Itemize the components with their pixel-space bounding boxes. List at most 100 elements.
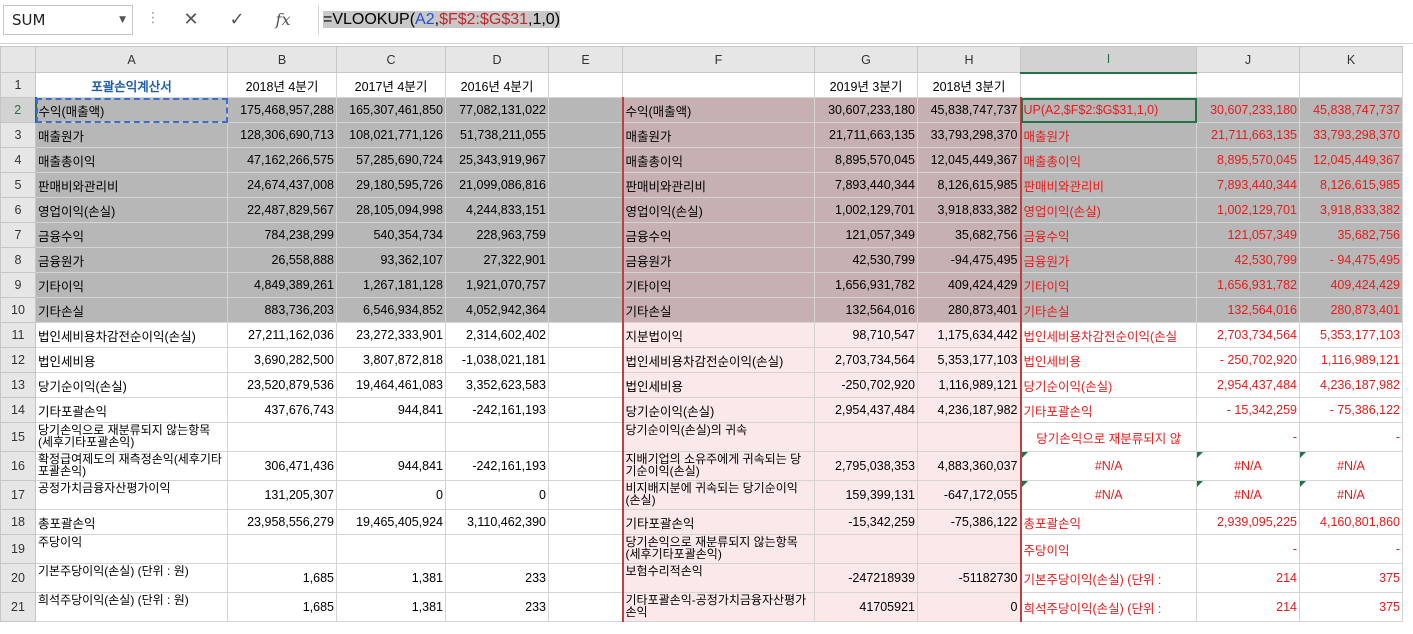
cell-k18[interactable]: 4,160,801,860 bbox=[1299, 509, 1403, 535]
cell-j19[interactable]: - bbox=[1196, 534, 1300, 564]
cell-c17[interactable]: 0 bbox=[336, 480, 446, 510]
cell-b14[interactable]: 437,676,743 bbox=[227, 397, 337, 423]
cell-h12[interactable]: 5,353,177,103 bbox=[917, 347, 1022, 373]
cell-j14[interactable]: - 15,342,259 bbox=[1196, 397, 1300, 423]
cell-b20[interactable]: 1,685 bbox=[227, 563, 337, 593]
cell-i11[interactable]: 법인세비용차감전순이익(손실 bbox=[1020, 322, 1197, 348]
cell-c14[interactable]: 944,841 bbox=[336, 397, 446, 423]
row-header[interactable]: 13 bbox=[0, 372, 36, 398]
cell-j3[interactable]: 21,711,663,135 bbox=[1196, 122, 1300, 148]
cell-a12[interactable]: 법인세비용 bbox=[35, 347, 228, 373]
cell-i13[interactable]: 당기순이익(손실) bbox=[1020, 372, 1197, 398]
cell-j13[interactable]: 2,954,437,484 bbox=[1196, 372, 1300, 398]
cell-h9[interactable]: 409,424,429 bbox=[917, 272, 1022, 298]
col-header-f[interactable]: F bbox=[622, 46, 815, 73]
row-header[interactable]: 9 bbox=[0, 272, 36, 298]
cell-k2[interactable]: 45,838,747,737 bbox=[1299, 97, 1403, 123]
row-header[interactable]: 17 bbox=[0, 480, 36, 510]
cell-b4[interactable]: 47,162,266,575 bbox=[227, 147, 337, 173]
cell-h8[interactable]: -94,475,495 bbox=[917, 247, 1022, 273]
cell-a21[interactable]: 희석주당이익(손실) (단위 : 원) bbox=[35, 592, 228, 622]
cell-c2[interactable]: 165,307,461,850 bbox=[336, 97, 446, 123]
cell-d5[interactable]: 21,099,086,816 bbox=[445, 172, 549, 198]
cell-g12[interactable]: 2,703,734,564 bbox=[814, 347, 918, 373]
col-header-g[interactable]: G bbox=[814, 46, 918, 73]
cell-k6[interactable]: 3,918,833,382 bbox=[1299, 197, 1403, 223]
cell-f6[interactable]: 영업이익(손실) bbox=[621, 197, 815, 223]
cell-i6[interactable]: 영업이익(손실) bbox=[1020, 197, 1197, 223]
cell-d16[interactable]: -242,161,193 bbox=[445, 451, 549, 481]
cell-d19[interactable] bbox=[445, 534, 549, 564]
cell-d15[interactable] bbox=[445, 422, 549, 452]
cell-b9[interactable]: 4,849,389,261 bbox=[227, 272, 337, 298]
cell-h18[interactable]: -75,386,122 bbox=[917, 509, 1022, 535]
cell-k5[interactable]: 8,126,615,985 bbox=[1299, 172, 1403, 198]
cell-e17[interactable] bbox=[548, 480, 623, 510]
cell-i20[interactable]: 기본주당이익(손실) (단위 : bbox=[1020, 563, 1197, 593]
cell-g2[interactable]: 30,607,233,180 bbox=[814, 97, 918, 123]
cell-i8[interactable]: 금융원가 bbox=[1020, 247, 1197, 273]
cell-j1[interactable] bbox=[1196, 72, 1300, 98]
cell-h6[interactable]: 3,918,833,382 bbox=[917, 197, 1022, 223]
cell-h16[interactable]: 4,883,360,037 bbox=[917, 451, 1022, 481]
cell-d8[interactable]: 27,322,901 bbox=[445, 247, 549, 273]
cell-e9[interactable] bbox=[548, 272, 623, 298]
cell-f15[interactable]: 당기순이익(손실)의 귀속 bbox=[621, 422, 815, 452]
row-header[interactable]: 10 bbox=[0, 297, 36, 323]
cell-j20[interactable]: 214 bbox=[1196, 563, 1300, 593]
cell-g7[interactable]: 121,057,349 bbox=[814, 222, 918, 248]
row-header[interactable]: 1 bbox=[0, 72, 36, 98]
cell-k19[interactable]: - bbox=[1299, 534, 1403, 564]
cell-i12[interactable]: 법인세비용 bbox=[1020, 347, 1197, 373]
cancel-icon[interactable]: ✕ bbox=[176, 6, 206, 34]
cell-c1[interactable]: 2017년 4분기 bbox=[336, 72, 446, 98]
cell-b1[interactable]: 2018년 4분기 bbox=[227, 72, 337, 98]
cell-c12[interactable]: 3,807,872,818 bbox=[336, 347, 446, 373]
cell-a1[interactable]: 포괄손익계산서 bbox=[35, 72, 228, 98]
cell-h11[interactable]: 1,175,634,442 bbox=[917, 322, 1022, 348]
col-header-d[interactable]: D bbox=[445, 46, 549, 73]
cell-i1[interactable] bbox=[1020, 72, 1197, 98]
cell-k1[interactable] bbox=[1299, 72, 1403, 98]
cell-b5[interactable]: 24,674,437,008 bbox=[227, 172, 337, 198]
cell-g11[interactable]: 98,710,547 bbox=[814, 322, 918, 348]
cell-d18[interactable]: 3,110,462,390 bbox=[445, 509, 549, 535]
cell-g19[interactable] bbox=[814, 534, 918, 564]
cell-c20[interactable]: 1,381 bbox=[336, 563, 446, 593]
cell-e6[interactable] bbox=[548, 197, 623, 223]
cell-d20[interactable]: 233 bbox=[445, 563, 549, 593]
row-header[interactable]: 11 bbox=[0, 322, 36, 348]
cell-f8[interactable]: 금융원가 bbox=[621, 247, 815, 273]
cell-a16[interactable]: 확정급여제도의 재측정손익(세후기타포괄손익) bbox=[35, 451, 228, 481]
cell-g18[interactable]: -15,342,259 bbox=[814, 509, 918, 535]
cell-k20[interactable]: 375 bbox=[1299, 563, 1403, 593]
cell-e11[interactable] bbox=[548, 322, 623, 348]
cell-i14[interactable]: 기타포괄손익 bbox=[1020, 397, 1197, 423]
cell-d4[interactable]: 25,343,919,967 bbox=[445, 147, 549, 173]
cell-h21[interactable]: 0 bbox=[917, 592, 1022, 622]
cell-k13[interactable]: 4,236,187,982 bbox=[1299, 372, 1403, 398]
cell-i16[interactable]: #N/A bbox=[1020, 451, 1197, 481]
cell-e16[interactable] bbox=[548, 451, 623, 481]
cell-e8[interactable] bbox=[548, 247, 623, 273]
cell-h13[interactable]: 1,116,989,121 bbox=[917, 372, 1022, 398]
cell-g9[interactable]: 1,656,931,782 bbox=[814, 272, 918, 298]
cell-j11[interactable]: 2,703,734,564 bbox=[1196, 322, 1300, 348]
row-header[interactable]: 21 bbox=[0, 592, 36, 622]
cell-i19[interactable]: 주당이익 bbox=[1020, 534, 1197, 564]
cell-h15[interactable] bbox=[917, 422, 1022, 452]
cell-k3[interactable]: 33,793,298,370 bbox=[1299, 122, 1403, 148]
row-header[interactable]: 8 bbox=[0, 247, 36, 273]
cell-j21[interactable]: 214 bbox=[1196, 592, 1300, 622]
cell-h5[interactable]: 8,126,615,985 bbox=[917, 172, 1022, 198]
cell-j2[interactable]: 30,607,233,180 bbox=[1196, 97, 1300, 123]
cell-f3[interactable]: 매출원가 bbox=[621, 122, 815, 148]
cell-g16[interactable]: 2,795,038,353 bbox=[814, 451, 918, 481]
cell-e10[interactable] bbox=[548, 297, 623, 323]
cell-e5[interactable] bbox=[548, 172, 623, 198]
cell-a10[interactable]: 기타손실 bbox=[35, 297, 228, 323]
cell-f18[interactable]: 기타포괄손익 bbox=[621, 509, 815, 535]
cell-i21[interactable]: 희석주당이익(손실) (단위 : bbox=[1020, 592, 1197, 622]
cell-k8[interactable]: - 94,475,495 bbox=[1299, 247, 1403, 273]
cell-b16[interactable]: 306,471,436 bbox=[227, 451, 337, 481]
